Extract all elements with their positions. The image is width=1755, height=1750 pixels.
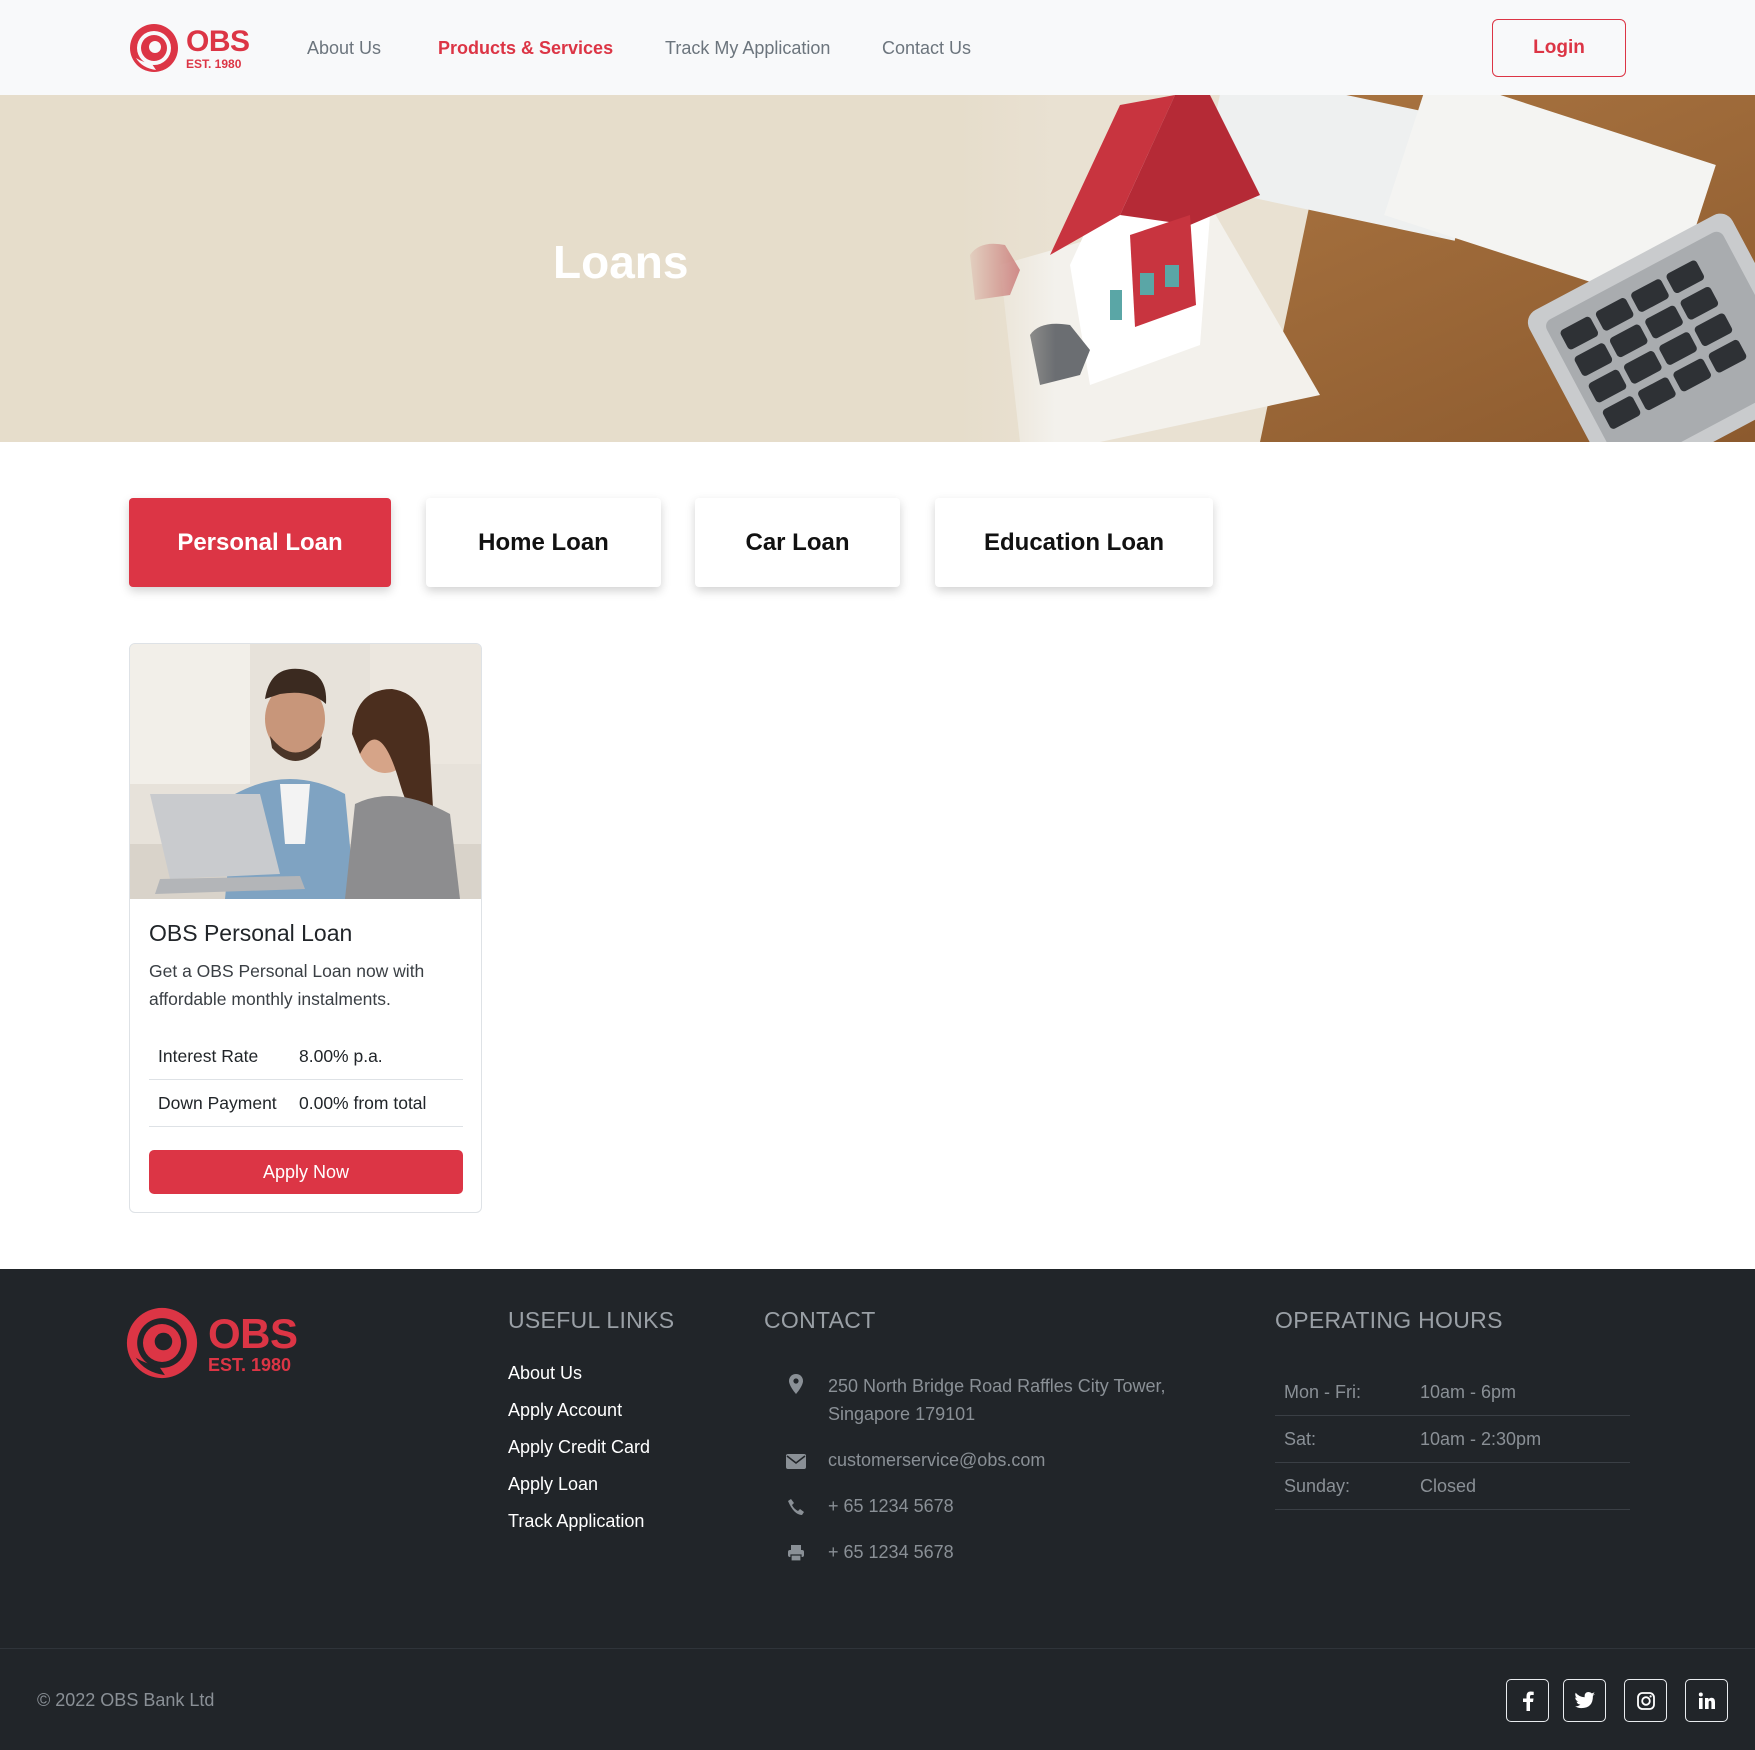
apply-now-button[interactable]: Apply Now [149, 1150, 463, 1194]
footer-link-apply-account[interactable]: Apply Account [508, 1400, 650, 1437]
row-value: 8.00% p.a. [299, 1045, 383, 1066]
loan-card: OBS Personal Loan Get a OBS Personal Loa… [129, 643, 482, 1213]
house-model-image [960, 95, 1755, 442]
table-row: Down Payment 0.00% from total [149, 1080, 463, 1127]
nav-products-services[interactable]: Products & Services [438, 38, 613, 59]
contact-heading: CONTACT [764, 1307, 876, 1333]
printer-icon [764, 1538, 828, 1566]
tab-personal-loan[interactable]: Personal Loan [129, 498, 391, 587]
couple-laptop-image [130, 644, 481, 899]
obs-logo-icon [130, 24, 178, 72]
row-label: Interest Rate [158, 1045, 259, 1066]
operating-hours-heading: OPERATING HOURS [1275, 1307, 1503, 1333]
operating-hours-table: Mon - Fri: 10am - 6pm Sat: 10am - 2:30pm… [1275, 1369, 1630, 1510]
brand-est: EST. 1980 [208, 1354, 292, 1375]
footer-logo[interactable]: OBS EST. 1980 [124, 1305, 298, 1381]
facebook-icon[interactable] [1506, 1679, 1549, 1722]
address-text: 250 North Bridge Road Raffles City Tower… [828, 1376, 1166, 1424]
table-row: Mon - Fri: 10am - 6pm [1275, 1369, 1630, 1416]
contact-fax: + 65 1234 5678 [764, 1538, 1188, 1566]
row-value: 0.00% from total [299, 1092, 427, 1113]
tab-car-loan[interactable]: Car Loan [695, 498, 900, 587]
nav-about-us[interactable]: About Us [307, 38, 381, 59]
hours-day: Mon - Fri: [1284, 1381, 1362, 1402]
loan-details-table: Interest Rate 8.00% p.a. Down Payment 0.… [149, 1033, 463, 1127]
phone-text: + 65 1234 5678 [828, 1496, 954, 1516]
useful-links-heading: USEFUL LINKS [508, 1307, 675, 1333]
contact-phone: + 65 1234 5678 [764, 1492, 1188, 1520]
tab-home-loan[interactable]: Home Loan [426, 498, 661, 587]
hours-time: Closed [1420, 1475, 1477, 1496]
fax-text: + 65 1234 5678 [828, 1542, 954, 1562]
phone-icon [764, 1492, 828, 1520]
contact-address: 250 North Bridge Road Raffles City Tower… [764, 1372, 1188, 1428]
twitter-icon[interactable] [1563, 1679, 1606, 1722]
table-row: Sat: 10am - 2:30pm [1275, 1416, 1630, 1463]
hero-banner: Loans [0, 95, 1755, 442]
brand-est: EST. 1980 [186, 56, 242, 71]
footer-link-apply-loan[interactable]: Apply Loan [508, 1474, 650, 1511]
nav-contact-us[interactable]: Contact Us [882, 38, 971, 59]
card-description: Get a OBS Personal Loan now with afforda… [149, 961, 425, 1009]
brand-name: OBS [186, 24, 250, 58]
row-label: Down Payment [158, 1092, 277, 1113]
footer-link-track-application[interactable]: Track Application [508, 1511, 650, 1548]
table-row: Interest Rate 8.00% p.a. [149, 1033, 463, 1080]
brand-logo[interactable]: OBS EST. 1980 [128, 22, 250, 74]
hours-day: Sunday: [1284, 1475, 1351, 1496]
top-navbar: OBS EST. 1980 About Us Products & Servic… [0, 0, 1755, 95]
site-footer: OBS EST. 1980 USEFUL LINKS About Us Appl… [0, 1269, 1755, 1750]
useful-links-list: About Us Apply Account Apply Credit Card… [508, 1363, 650, 1548]
brand-name: OBS [208, 1309, 298, 1357]
footer-link-apply-credit-card[interactable]: Apply Credit Card [508, 1437, 650, 1474]
tab-education-loan[interactable]: Education Loan [935, 498, 1213, 587]
hours-time: 10am - 2:30pm [1420, 1428, 1542, 1449]
instagram-icon[interactable] [1624, 1679, 1667, 1722]
table-row: Sunday: Closed [1275, 1463, 1630, 1510]
nav-track-application[interactable]: Track My Application [665, 38, 830, 59]
card-title: OBS Personal Loan [149, 920, 353, 946]
map-marker-icon [764, 1372, 828, 1428]
contact-email: customerservice@obs.com [764, 1446, 1188, 1474]
envelope-icon [764, 1446, 828, 1474]
hours-time: 10am - 6pm [1420, 1381, 1517, 1402]
footer-link-about-us[interactable]: About Us [508, 1363, 650, 1400]
login-button[interactable]: Login [1492, 19, 1626, 77]
email-text[interactable]: customerservice@obs.com [828, 1446, 1188, 1474]
footer-divider [0, 1648, 1755, 1649]
linkedin-icon[interactable] [1685, 1679, 1728, 1722]
obs-logo-icon [126, 1307, 198, 1379]
hours-day: Sat: [1284, 1428, 1317, 1449]
copyright-text: © 2022 OBS Bank Ltd [37, 1690, 215, 1710]
page-title: Loans [553, 236, 689, 288]
